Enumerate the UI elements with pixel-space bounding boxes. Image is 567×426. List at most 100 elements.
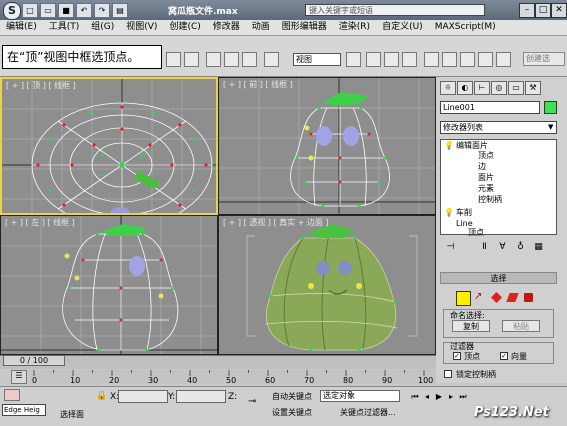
viewport-perspective[interactable]: [ + ] [ 透视 ] [ 真实 + 边面 ]: [218, 215, 436, 355]
menu-create[interactable]: 创建(C): [163, 20, 206, 35]
make-unique-icon[interactable]: ∀: [496, 241, 509, 253]
vertex-mode-icon[interactable]: [456, 291, 471, 306]
stack-item-edit-patch[interactable]: 编辑面片: [456, 141, 488, 151]
menu-graph-editors[interactable]: 图形编辑器: [276, 20, 333, 35]
viewport-front[interactable]: [ + ] [ 前 ] [ 线框 ]: [218, 77, 436, 215]
select-region-icon[interactable]: [166, 52, 181, 67]
undo-icon[interactable]: ↶: [76, 3, 92, 18]
render-setup-icon[interactable]: [496, 52, 511, 67]
redo-icon[interactable]: ↷: [94, 3, 110, 18]
menu-views[interactable]: 视图(V): [120, 20, 163, 35]
menu-customize[interactable]: 自定义(U): [376, 20, 429, 35]
angle-snap-icon[interactable]: [384, 52, 399, 67]
create-tab-icon[interactable]: ☼: [440, 81, 456, 95]
time-slider[interactable]: 0 / 100: [3, 355, 65, 366]
select-rotate-icon[interactable]: [224, 52, 239, 67]
minimize-button[interactable]: –: [519, 3, 535, 18]
vertices-checkbox[interactable]: ✓: [453, 352, 461, 360]
open-icon[interactable]: ▭: [40, 3, 56, 18]
goto-start-icon[interactable]: ⏮: [410, 391, 420, 402]
select-scale-icon[interactable]: [242, 52, 257, 67]
z-coord-label: Z:: [228, 392, 238, 402]
app-logo-icon[interactable]: S: [3, 2, 21, 20]
align-icon[interactable]: [442, 52, 457, 67]
copy-button[interactable]: 复制: [452, 320, 490, 332]
play-icon[interactable]: ▶: [434, 391, 444, 402]
vertices-checkbox-label: 顶点: [464, 352, 480, 361]
paste-button[interactable]: 粘贴: [502, 320, 540, 332]
light-bulb-icon[interactable]: 💡: [444, 208, 454, 218]
menu-group[interactable]: 组(G): [85, 20, 120, 35]
layer-icon[interactable]: [460, 52, 475, 67]
menu-edit[interactable]: 编辑(E): [0, 20, 43, 35]
edge-mode-icon[interactable]: ↗: [474, 291, 487, 304]
maxscript-listener-icon[interactable]: [4, 389, 20, 401]
y-coord-input[interactable]: [176, 390, 226, 403]
window-crossing-icon[interactable]: [184, 52, 199, 67]
stack-item-lathe[interactable]: 车削: [456, 208, 472, 218]
handle-mode-icon[interactable]: [523, 292, 534, 303]
lock-selection-icon[interactable]: 🔒: [96, 391, 107, 402]
vectors-checkbox[interactable]: ✓: [500, 352, 508, 360]
light-bulb-icon[interactable]: 💡: [444, 141, 454, 151]
maxscript-mini-listener[interactable]: Edge Heig: [2, 404, 46, 416]
project-folder-icon[interactable]: ▤: [112, 3, 128, 18]
key-icon[interactable]: ⊸: [248, 396, 256, 407]
key-filters-button[interactable]: 关键点过滤器...: [340, 407, 396, 418]
x-coord-input[interactable]: [118, 390, 168, 403]
stack-item-edge[interactable]: 边: [478, 162, 486, 172]
menu-maxscript[interactable]: MAXScript(M): [429, 20, 502, 35]
hierarchy-tab-icon[interactable]: ⊢: [474, 81, 490, 95]
viewport-label-front[interactable]: [ + ] [ 前 ] [ 线框 ]: [223, 79, 293, 90]
show-end-result-icon[interactable]: Ⅱ: [478, 241, 491, 253]
selection-rollout-header[interactable]: 选择: [440, 272, 557, 284]
pivot-icon[interactable]: [346, 52, 361, 67]
next-frame-icon[interactable]: ▸: [446, 391, 456, 402]
stack-item-element[interactable]: 元素: [478, 184, 494, 194]
close-button[interactable]: ✕: [551, 3, 567, 18]
modifier-list-dropdown[interactable]: 修改器列表: [440, 121, 557, 134]
viewport-label-top[interactable]: [ + ] [ 顶 ] [ 线框 ]: [6, 80, 76, 91]
stack-item-line-vertex[interactable]: 顶点: [468, 228, 484, 238]
stack-item-vertex[interactable]: 顶点: [478, 151, 494, 161]
new-icon[interactable]: □: [22, 3, 38, 18]
search-input[interactable]: 键入关键字或短语: [305, 4, 485, 16]
viewport-label-perspective[interactable]: [ + ] [ 透视 ] [ 真实 + 边面 ]: [223, 217, 329, 228]
snap-icon[interactable]: [366, 52, 381, 67]
instruction-callout: 在“顶”视图中框选顶点。: [2, 45, 162, 69]
mirror-icon[interactable]: [424, 52, 439, 67]
mini-curve-editor-icon[interactable]: ☰: [11, 370, 27, 384]
menu-animation[interactable]: 动画: [246, 20, 276, 35]
select-move-icon[interactable]: [206, 52, 221, 67]
motion-tab-icon[interactable]: ◎: [491, 81, 507, 95]
named-selection-set-input[interactable]: 创建选: [523, 52, 565, 66]
configure-sets-icon[interactable]: ▦: [532, 241, 545, 253]
object-name-input[interactable]: Line001: [440, 101, 540, 114]
stack-item-handle[interactable]: 控制柄: [478, 195, 502, 205]
object-color-swatch[interactable]: [544, 101, 557, 114]
previous-frame-icon[interactable]: ◂: [422, 391, 432, 402]
display-tab-icon[interactable]: ▭: [508, 81, 524, 95]
curve-editor-icon[interactable]: [478, 52, 493, 67]
auto-key-button[interactable]: 自动关键点: [272, 391, 312, 402]
menu-modifiers[interactable]: 修改器: [207, 20, 246, 35]
save-icon[interactable]: ■: [58, 3, 74, 18]
goto-end-icon[interactable]: ⏭: [458, 391, 468, 402]
stack-item-patch[interactable]: 面片: [478, 173, 494, 183]
modify-tab-icon[interactable]: ◐: [457, 81, 473, 95]
reference-coord-icon[interactable]: [264, 52, 279, 67]
viewport-top[interactable]: [ + ] [ 顶 ] [ 线框 ]: [0, 77, 218, 215]
set-key-button[interactable]: 设置关键点: [272, 407, 312, 418]
selection-filter-select[interactable]: 选定对象: [320, 390, 400, 402]
maximize-button[interactable]: □: [535, 3, 551, 18]
remove-modifier-icon[interactable]: ♁: [514, 241, 527, 253]
menu-tools[interactable]: 工具(T): [43, 20, 86, 35]
viewport-left[interactable]: [ + ] [ 左 ] [ 线框 ]: [0, 215, 218, 355]
menu-rendering[interactable]: 渲染(R): [333, 20, 376, 35]
viewport-label-left[interactable]: [ + ] [ 左 ] [ 线框 ]: [5, 217, 75, 228]
percent-snap-icon[interactable]: [402, 52, 417, 67]
lock-handles-checkbox[interactable]: [444, 370, 452, 378]
reference-coordinate-select[interactable]: 视图: [293, 53, 341, 66]
pin-stack-icon[interactable]: ⊣: [444, 241, 457, 253]
utilities-tab-icon[interactable]: ⚒: [525, 81, 541, 95]
